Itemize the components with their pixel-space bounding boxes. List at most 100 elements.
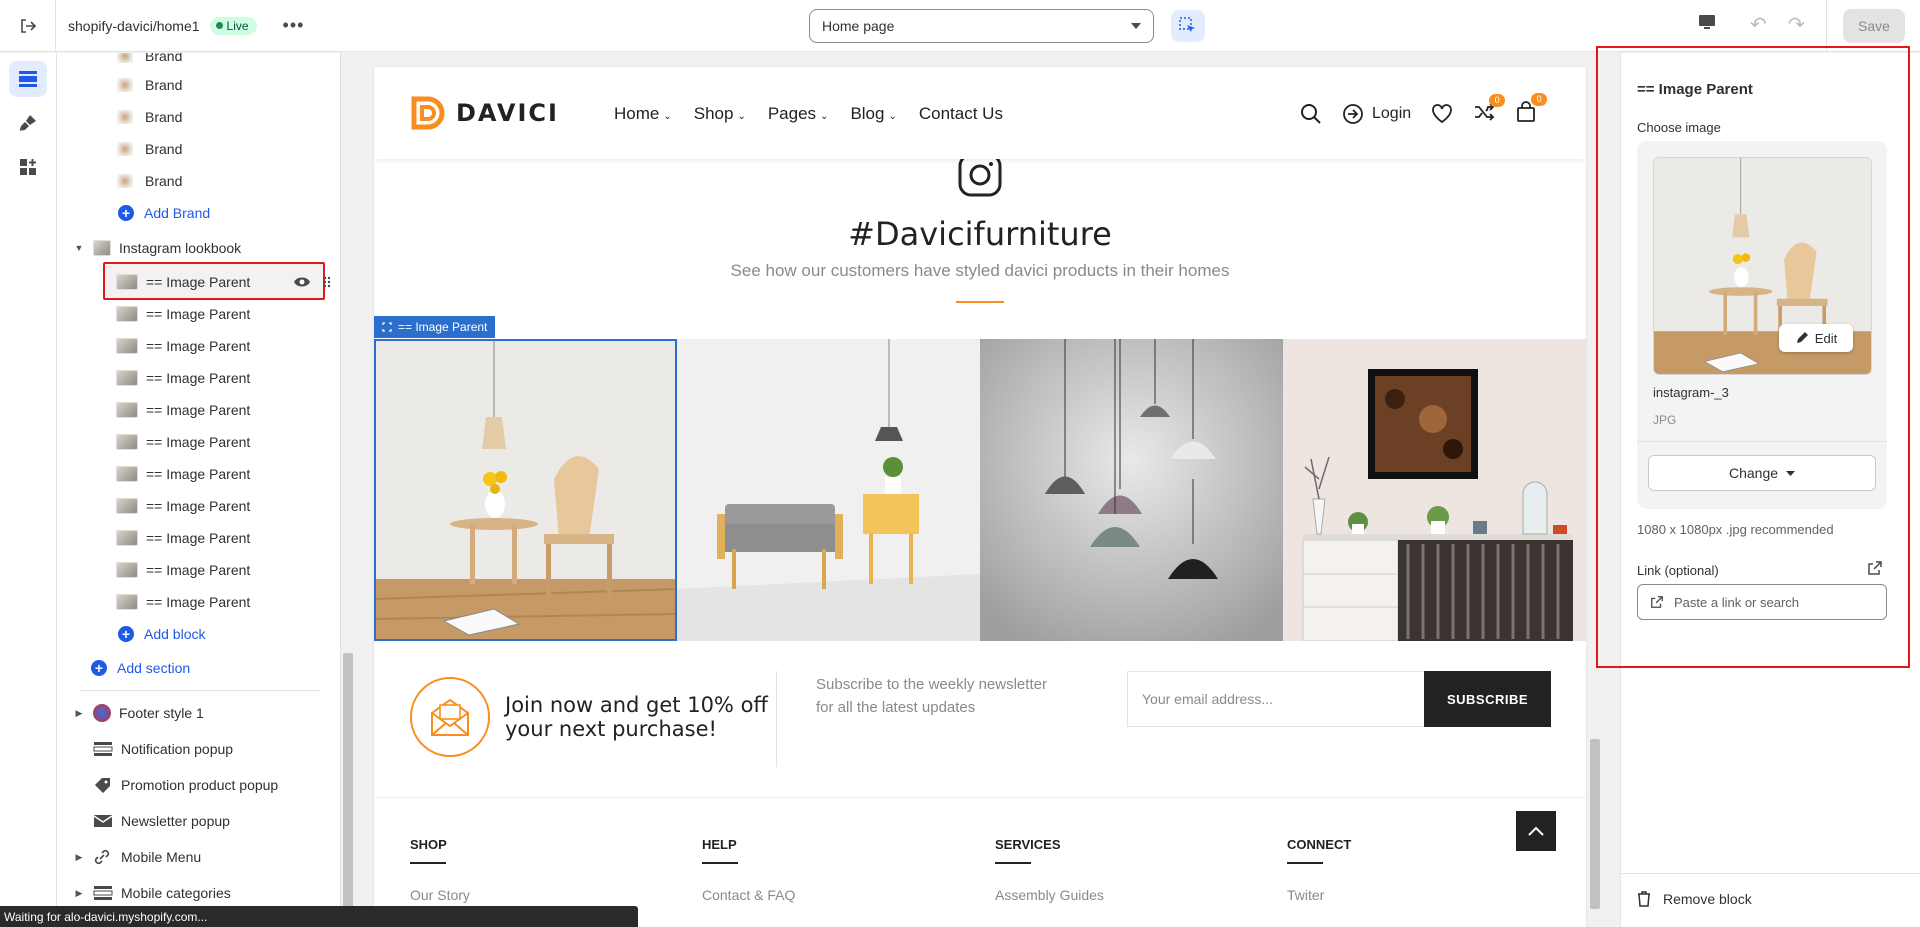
selected-block-tag[interactable]: == Image Parent	[374, 316, 496, 338]
tree-item-image-parent[interactable]: == Image Parent	[116, 299, 250, 329]
tree-section-newsletter-popup[interactable]: Newsletter popup	[93, 806, 230, 836]
tree-section-instagram-lookbook[interactable]: ▼ Instagram lookbook	[73, 233, 241, 263]
tree-section-mobile-categories[interactable]: ▶ Mobile categories	[73, 878, 231, 908]
site-logo[interactable]: DAVICI	[410, 95, 559, 131]
tree-item-label: == Image Parent	[146, 274, 251, 290]
tree-item-image-parent[interactable]: == Image Parent	[116, 427, 250, 457]
tag-icon	[95, 778, 110, 793]
sections-tab-button[interactable]	[9, 61, 47, 97]
tree-item-image-parent[interactable]: == Image Parent	[116, 459, 250, 489]
tree-item-image-parent[interactable]: == Image Parent	[116, 267, 331, 297]
block-select-icon	[382, 322, 392, 332]
footer-link-twiter[interactable]: Twiter	[1287, 887, 1324, 903]
preview-scrollbar-thumb[interactable]	[1590, 739, 1600, 909]
inspector-toggle-button[interactable]	[1171, 10, 1205, 42]
title-underline	[956, 301, 1004, 303]
subscribe-button[interactable]: SUBSCRIBE	[1424, 671, 1551, 727]
nav-item-label: Blog	[850, 104, 885, 123]
selected-block-label: == Image Parent	[398, 320, 488, 334]
image-thumbnail-icon	[116, 338, 138, 354]
image-thumbnail-icon	[116, 466, 138, 482]
gallery-image-1[interactable]	[374, 339, 677, 641]
search-icon[interactable]	[1300, 103, 1322, 125]
live-badge-label: Live	[226, 18, 249, 33]
browser-status-bar: Waiting for alo-davici.myshopify.com...	[0, 906, 638, 927]
editor-icon-rail	[0, 53, 57, 927]
tree-section-label: Mobile Menu	[121, 849, 202, 865]
tree-item-image-parent[interactable]: == Image Parent	[116, 491, 250, 521]
tree-item-brand[interactable]: Brand	[117, 102, 182, 132]
exit-button[interactable]	[0, 0, 56, 52]
instagram-title: #Davicifurniture	[848, 215, 1112, 253]
storefront-preview: DAVICI Home ⌄ Shop ⌄ Pages ⌄ Blog ⌄ Contact …	[374, 67, 1586, 927]
apps-tab-button[interactable]	[9, 149, 47, 185]
add-block-button[interactable]: + Add block	[118, 619, 205, 649]
redo-button[interactable]: ↷	[1788, 12, 1805, 37]
nav-item-contact[interactable]: Contact Us	[919, 104, 1003, 124]
nav-item-label: Pages	[767, 104, 817, 123]
tree-section-footer[interactable]: ▶ Footer style 1	[73, 698, 204, 728]
gallery-image-4[interactable]	[1283, 339, 1586, 641]
theme-settings-tab-button[interactable]	[9, 105, 47, 141]
tree-scrollbar[interactable]	[340, 53, 355, 927]
tree-section-label: Mobile categories	[121, 885, 231, 901]
settings-footer-divider	[1621, 873, 1920, 874]
nav-item-pages[interactable]: Pages ⌄	[768, 104, 829, 124]
add-brand-button[interactable]: + Add Brand	[118, 198, 210, 228]
save-button[interactable]: Save	[1843, 9, 1905, 43]
tree-section-label: Instagram lookbook	[119, 240, 242, 256]
add-section-label: Add section	[117, 660, 191, 676]
trash-icon	[1638, 891, 1650, 907]
footer-col-underline	[995, 862, 1031, 864]
paint-brush-icon	[20, 115, 36, 131]
tree-section-notification-popup[interactable]: Notification popup	[93, 734, 233, 764]
tree-item-brand[interactable]: Brand	[117, 70, 182, 100]
footer-link-our-story[interactable]: Our Story	[410, 887, 470, 903]
back-to-top-button[interactable]	[1516, 811, 1556, 851]
tree-item-image-parent[interactable]: == Image Parent	[116, 523, 250, 553]
tree-item-brand[interactable]: Brand	[117, 53, 182, 71]
tree-scrollbar-thumb[interactable]	[343, 653, 353, 923]
gallery-image-3[interactable]	[980, 339, 1283, 641]
heart-icon[interactable]	[1431, 103, 1453, 124]
nav-item-shop[interactable]: Shop ⌄	[694, 104, 746, 124]
chevron-down-icon: ⌄	[888, 111, 897, 122]
tree-section-mobile-menu[interactable]: ▶ Mobile Menu	[73, 842, 202, 872]
logo-text: DAVICI	[456, 99, 559, 127]
tree-section-promotion-popup[interactable]: Promotion product popup	[93, 770, 278, 800]
tree-item-image-parent[interactable]: == Image Parent	[116, 331, 250, 361]
tree-item-image-parent[interactable]: == Image Parent	[116, 555, 250, 585]
nav-item-home[interactable]: Home ⌄	[614, 104, 672, 124]
monitor-icon	[1699, 15, 1715, 29]
gallery-image-2[interactable]	[677, 339, 980, 641]
eye-icon[interactable]	[293, 276, 311, 288]
image-thumbnail-icon	[116, 530, 138, 546]
footer-link-contact-faq[interactable]: Contact & FAQ	[702, 887, 795, 903]
nav-item-blog[interactable]: Blog ⌄	[850, 104, 896, 124]
add-section-button[interactable]: + Add section	[91, 653, 190, 683]
footer-link-assembly-guides[interactable]: Assembly Guides	[995, 887, 1104, 903]
login-link[interactable]: Login	[1342, 103, 1411, 125]
tree-item-image-parent[interactable]: == Image Parent	[116, 363, 250, 393]
footer-thumbnail-icon	[93, 704, 111, 722]
drag-handle-icon[interactable]	[323, 276, 331, 288]
instagram-gallery	[374, 339, 1586, 641]
more-actions-button[interactable]: •••	[283, 15, 305, 36]
compare-button[interactable]: 0	[1473, 94, 1506, 125]
pendant-lamps-image	[980, 339, 1283, 641]
remove-block-button[interactable]: Remove block	[1637, 891, 1752, 907]
tree-item-image-parent[interactable]: == Image Parent	[116, 587, 250, 617]
newsletter-section: Join now and get 10% off your next purch…	[374, 667, 1586, 797]
desktop-preview-button[interactable]	[1697, 12, 1717, 35]
tree-divider	[80, 690, 320, 691]
tree-item-image-parent[interactable]: == Image Parent	[116, 395, 250, 425]
redo-icon: ↷	[1788, 14, 1805, 36]
chair-scene-image	[374, 339, 677, 641]
template-select[interactable]: Home page	[809, 9, 1154, 43]
email-input[interactable]: Your email address...	[1127, 671, 1425, 727]
cart-button[interactable]: 0	[1515, 93, 1548, 126]
tree-item-brand[interactable]: Brand	[117, 134, 182, 164]
tree-item-brand[interactable]: Brand	[117, 166, 182, 196]
instagram-subtitle: See how our customers have styled davici…	[730, 261, 1230, 280]
undo-button[interactable]: ↶	[1750, 12, 1767, 37]
